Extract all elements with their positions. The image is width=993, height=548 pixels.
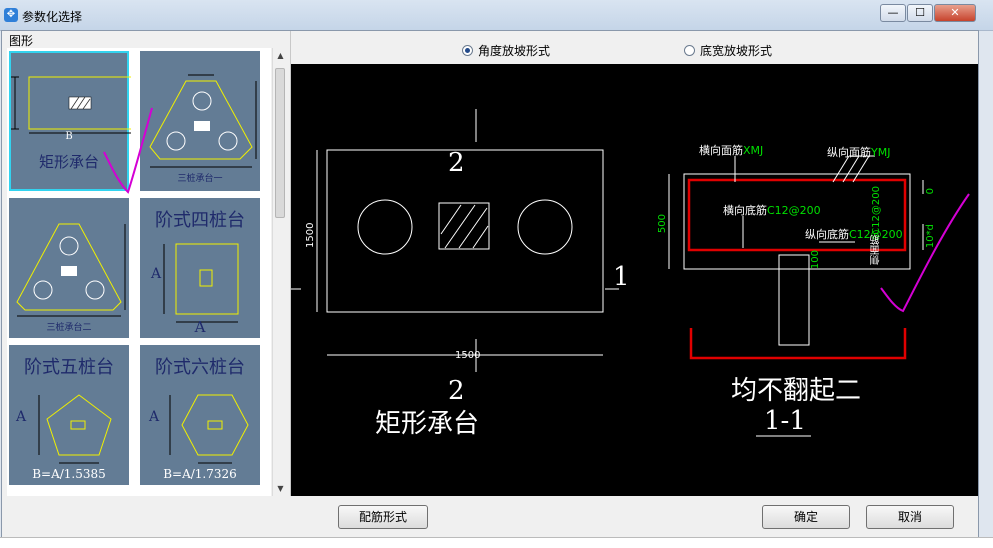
radio-unchecked-icon[interactable] xyxy=(684,45,695,56)
section-mark-right: 1 xyxy=(613,262,630,292)
section-dim-10d: 10*d xyxy=(925,224,936,249)
bottom-transverse-label: 横向底筋C12@200 xyxy=(723,204,821,217)
plan-dim-width: 1500 xyxy=(455,350,481,361)
window-title: 参数化选择 xyxy=(22,10,83,24)
cancel-button[interactable]: 取消 xyxy=(866,505,954,529)
side-rebar-label: 侧面筋C12@200 xyxy=(871,186,882,265)
bottom-longitudinal-label: 纵向底筋C12@200 xyxy=(805,228,903,241)
check-mark xyxy=(880,193,970,313)
plan-dim-height: 1500 xyxy=(305,222,316,248)
section-mark-bottom: 2 xyxy=(448,376,465,406)
annotation-checkmark-left xyxy=(103,107,153,194)
radio-bottom-width-slope[interactable]: 底宽放坡形式 xyxy=(684,42,772,59)
thumbnail-scrollbar[interactable]: ▲ ▼ xyxy=(272,48,288,496)
radio-bottom-width-slope-label: 底宽放坡形式 xyxy=(700,44,773,58)
title-bar: ✥ 参数化选择 — ☐ ✕ xyxy=(0,0,993,31)
section-dim-0: 0 xyxy=(925,188,936,195)
pile-left xyxy=(357,199,413,255)
shape-panel-label: 图形 xyxy=(9,34,34,48)
scroll-down-icon[interactable]: ▼ xyxy=(273,481,288,496)
desktop-strip xyxy=(0,537,993,548)
app-icon: ✥ xyxy=(4,8,18,22)
radio-angle-slope-label: 角度放坡形式 xyxy=(478,44,551,58)
plan-title: 矩形承台 xyxy=(375,409,480,439)
step-four-pile-cap-dim-bottom: A xyxy=(194,318,206,336)
step-four-pile-cap-dim-side: A xyxy=(150,266,162,282)
radio-angle-slope[interactable]: 角度放坡形式 xyxy=(462,42,550,59)
section-title: 均不翻起二 xyxy=(731,376,862,406)
radio-checked-icon[interactable] xyxy=(462,45,473,56)
thumb-step-six-pile-cap[interactable]: 阶式六桩台 A B=A/1.7326 xyxy=(140,345,260,485)
section-mark-top: 2 xyxy=(448,148,465,178)
section-dim-100: 100 xyxy=(810,250,821,270)
thumb-step-four-pile-cap[interactable]: 阶式四桩台 A A xyxy=(140,198,260,338)
scroll-up-icon[interactable]: ▲ xyxy=(273,48,288,63)
pile-right xyxy=(517,199,573,255)
step-five-pile-cap-dim: A xyxy=(15,409,27,425)
close-button[interactable]: ✕ xyxy=(934,4,976,22)
top-longitudinal-label: 纵向面筋YMJ xyxy=(827,146,891,159)
three-pile-cap-2-caption: 三桩承台二 xyxy=(46,323,92,333)
plan-outline xyxy=(326,149,604,313)
top-transverse-label: 横向面筋XMJ xyxy=(699,144,764,157)
ok-button[interactable]: 确定 xyxy=(762,505,850,529)
minimize-button[interactable]: — xyxy=(880,4,906,22)
section-dim-500: 500 xyxy=(657,214,668,234)
scroll-thumb[interactable] xyxy=(275,68,285,218)
step-six-pile-cap-formula: B=A/1.7326 xyxy=(163,467,237,481)
step-six-pile-cap-dim: A xyxy=(148,409,160,425)
slope-mode-group: 角度放坡形式 底宽放坡形式 xyxy=(294,39,974,59)
step-five-pile-cap-formula: B=A/1.5385 xyxy=(32,467,106,481)
drawing-preview-canvas: 2 2 1 1500 1500 矩形承台 均不翻起二 1-1 横向面筋XMJ 纵… xyxy=(291,64,978,496)
section-name: 1-1 xyxy=(764,406,806,436)
maximize-button[interactable]: ☐ xyxy=(907,4,933,22)
rebar-form-button[interactable]: 配筋形式 xyxy=(338,505,428,529)
